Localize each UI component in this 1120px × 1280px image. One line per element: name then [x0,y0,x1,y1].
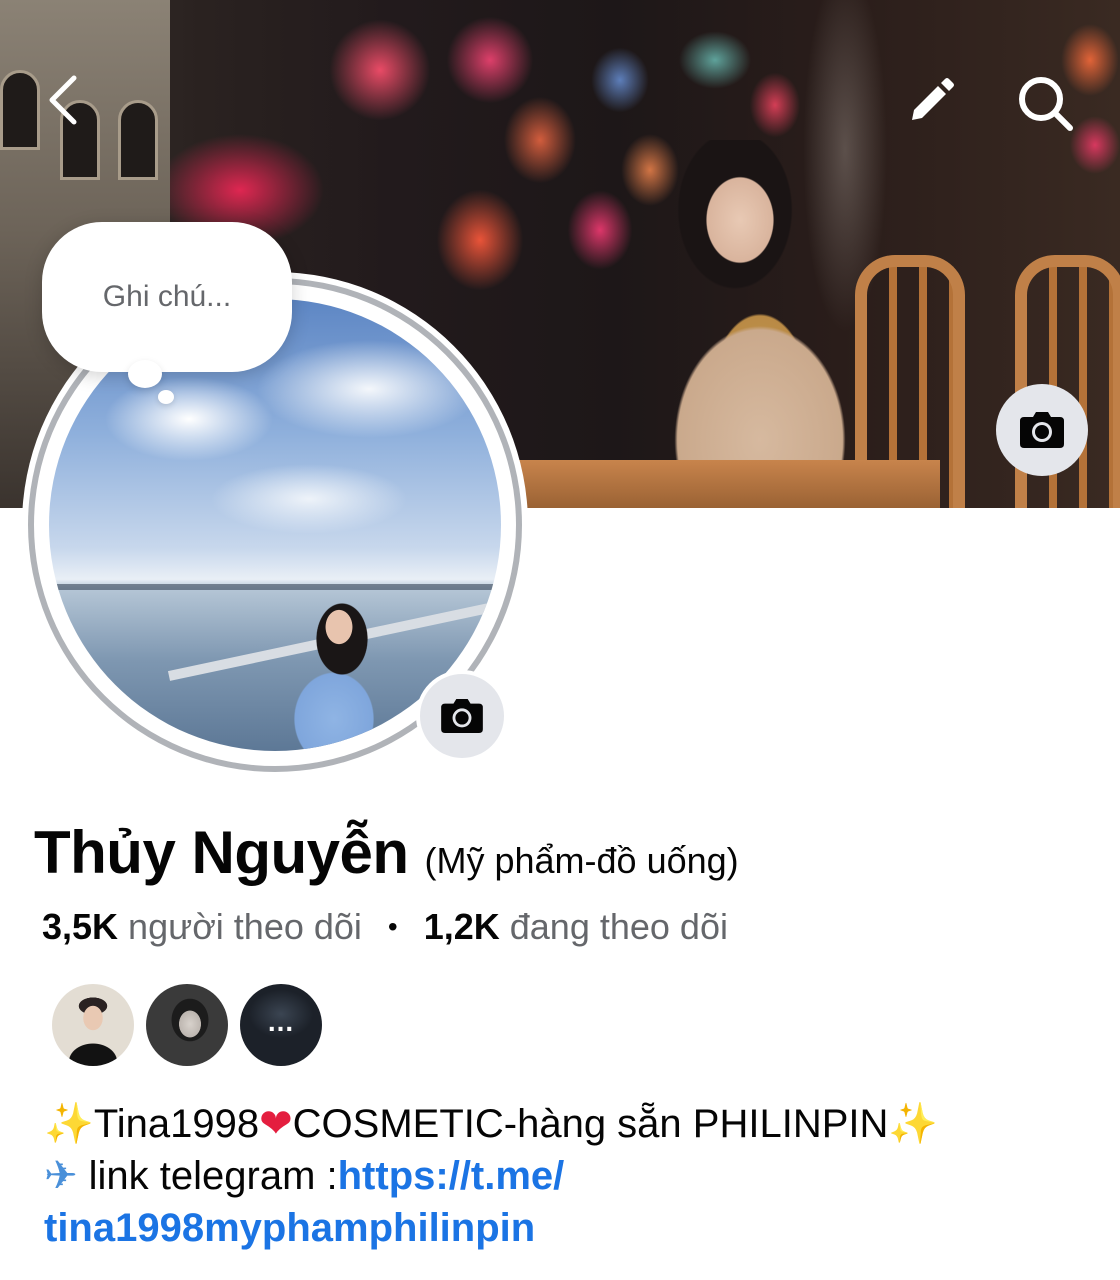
note-placeholder: Ghi chú... [102,280,232,313]
bio-text: COSMETIC-hàng sẵn PHILINPIN [292,1102,889,1146]
back-button[interactable] [38,70,88,130]
search-button[interactable] [1010,68,1080,138]
cover-table [500,460,940,508]
bio-text: Tina1998 [93,1102,260,1146]
profile-bio: ✨Tina1998❤COSMETIC-hàng sẵn PHILINPIN✨ ✈… [44,1098,1084,1254]
note-bubble-tail-small [158,390,174,404]
note-bubble[interactable]: Ghi chú... [42,222,292,372]
telegram-link[interactable]: https://t.me/ [338,1154,565,1198]
friend-avatar[interactable] [146,984,228,1066]
airplane-icon: ✈ [44,1154,78,1198]
followers-count: 3,5K [42,906,119,947]
camera-icon [1020,412,1064,448]
heart-icon: ❤ [259,1102,293,1146]
profile-name: Thủy Nguyễn [34,819,409,886]
more-friends-button[interactable]: ... [240,984,322,1066]
followers-link[interactable]: 3,5K người theo dõi [42,906,362,948]
telegram-link[interactable]: tina1998myphamphilinpin [44,1206,535,1250]
edit-cover-photo-button[interactable] [996,384,1088,476]
chevron-left-icon [49,75,77,125]
more-icon: ... [267,1006,295,1037]
stats-separator: • [387,911,398,942]
friend-avatars: ... [52,984,322,1066]
sparkle-icon: ✨ [44,1102,94,1146]
edit-profile-button[interactable] [900,72,960,132]
cover-person [520,140,930,508]
following-link[interactable]: 1,2K đang theo dõi [424,906,728,948]
profile-name-row: Thủy Nguyễn (Mỹ phẩm-đồ uống) [34,818,739,887]
following-label: đang theo dõi [509,906,728,947]
search-icon [1019,77,1073,131]
profile-category: (Mỹ phẩm-đồ uống) [424,840,739,881]
followers-label: người theo dõi [128,906,362,947]
pencil-icon [912,78,954,120]
bio-text: link telegram : [77,1154,338,1198]
edit-profile-picture-button[interactable] [416,670,508,762]
sparkle-icon: ✨ [888,1102,939,1146]
follow-stats: 3,5K người theo dõi • 1,2K đang theo dõi [42,906,728,948]
friend-avatar[interactable] [52,984,134,1066]
camera-icon [441,698,483,734]
following-count: 1,2K [423,906,500,947]
note-bubble-tail [128,360,162,388]
